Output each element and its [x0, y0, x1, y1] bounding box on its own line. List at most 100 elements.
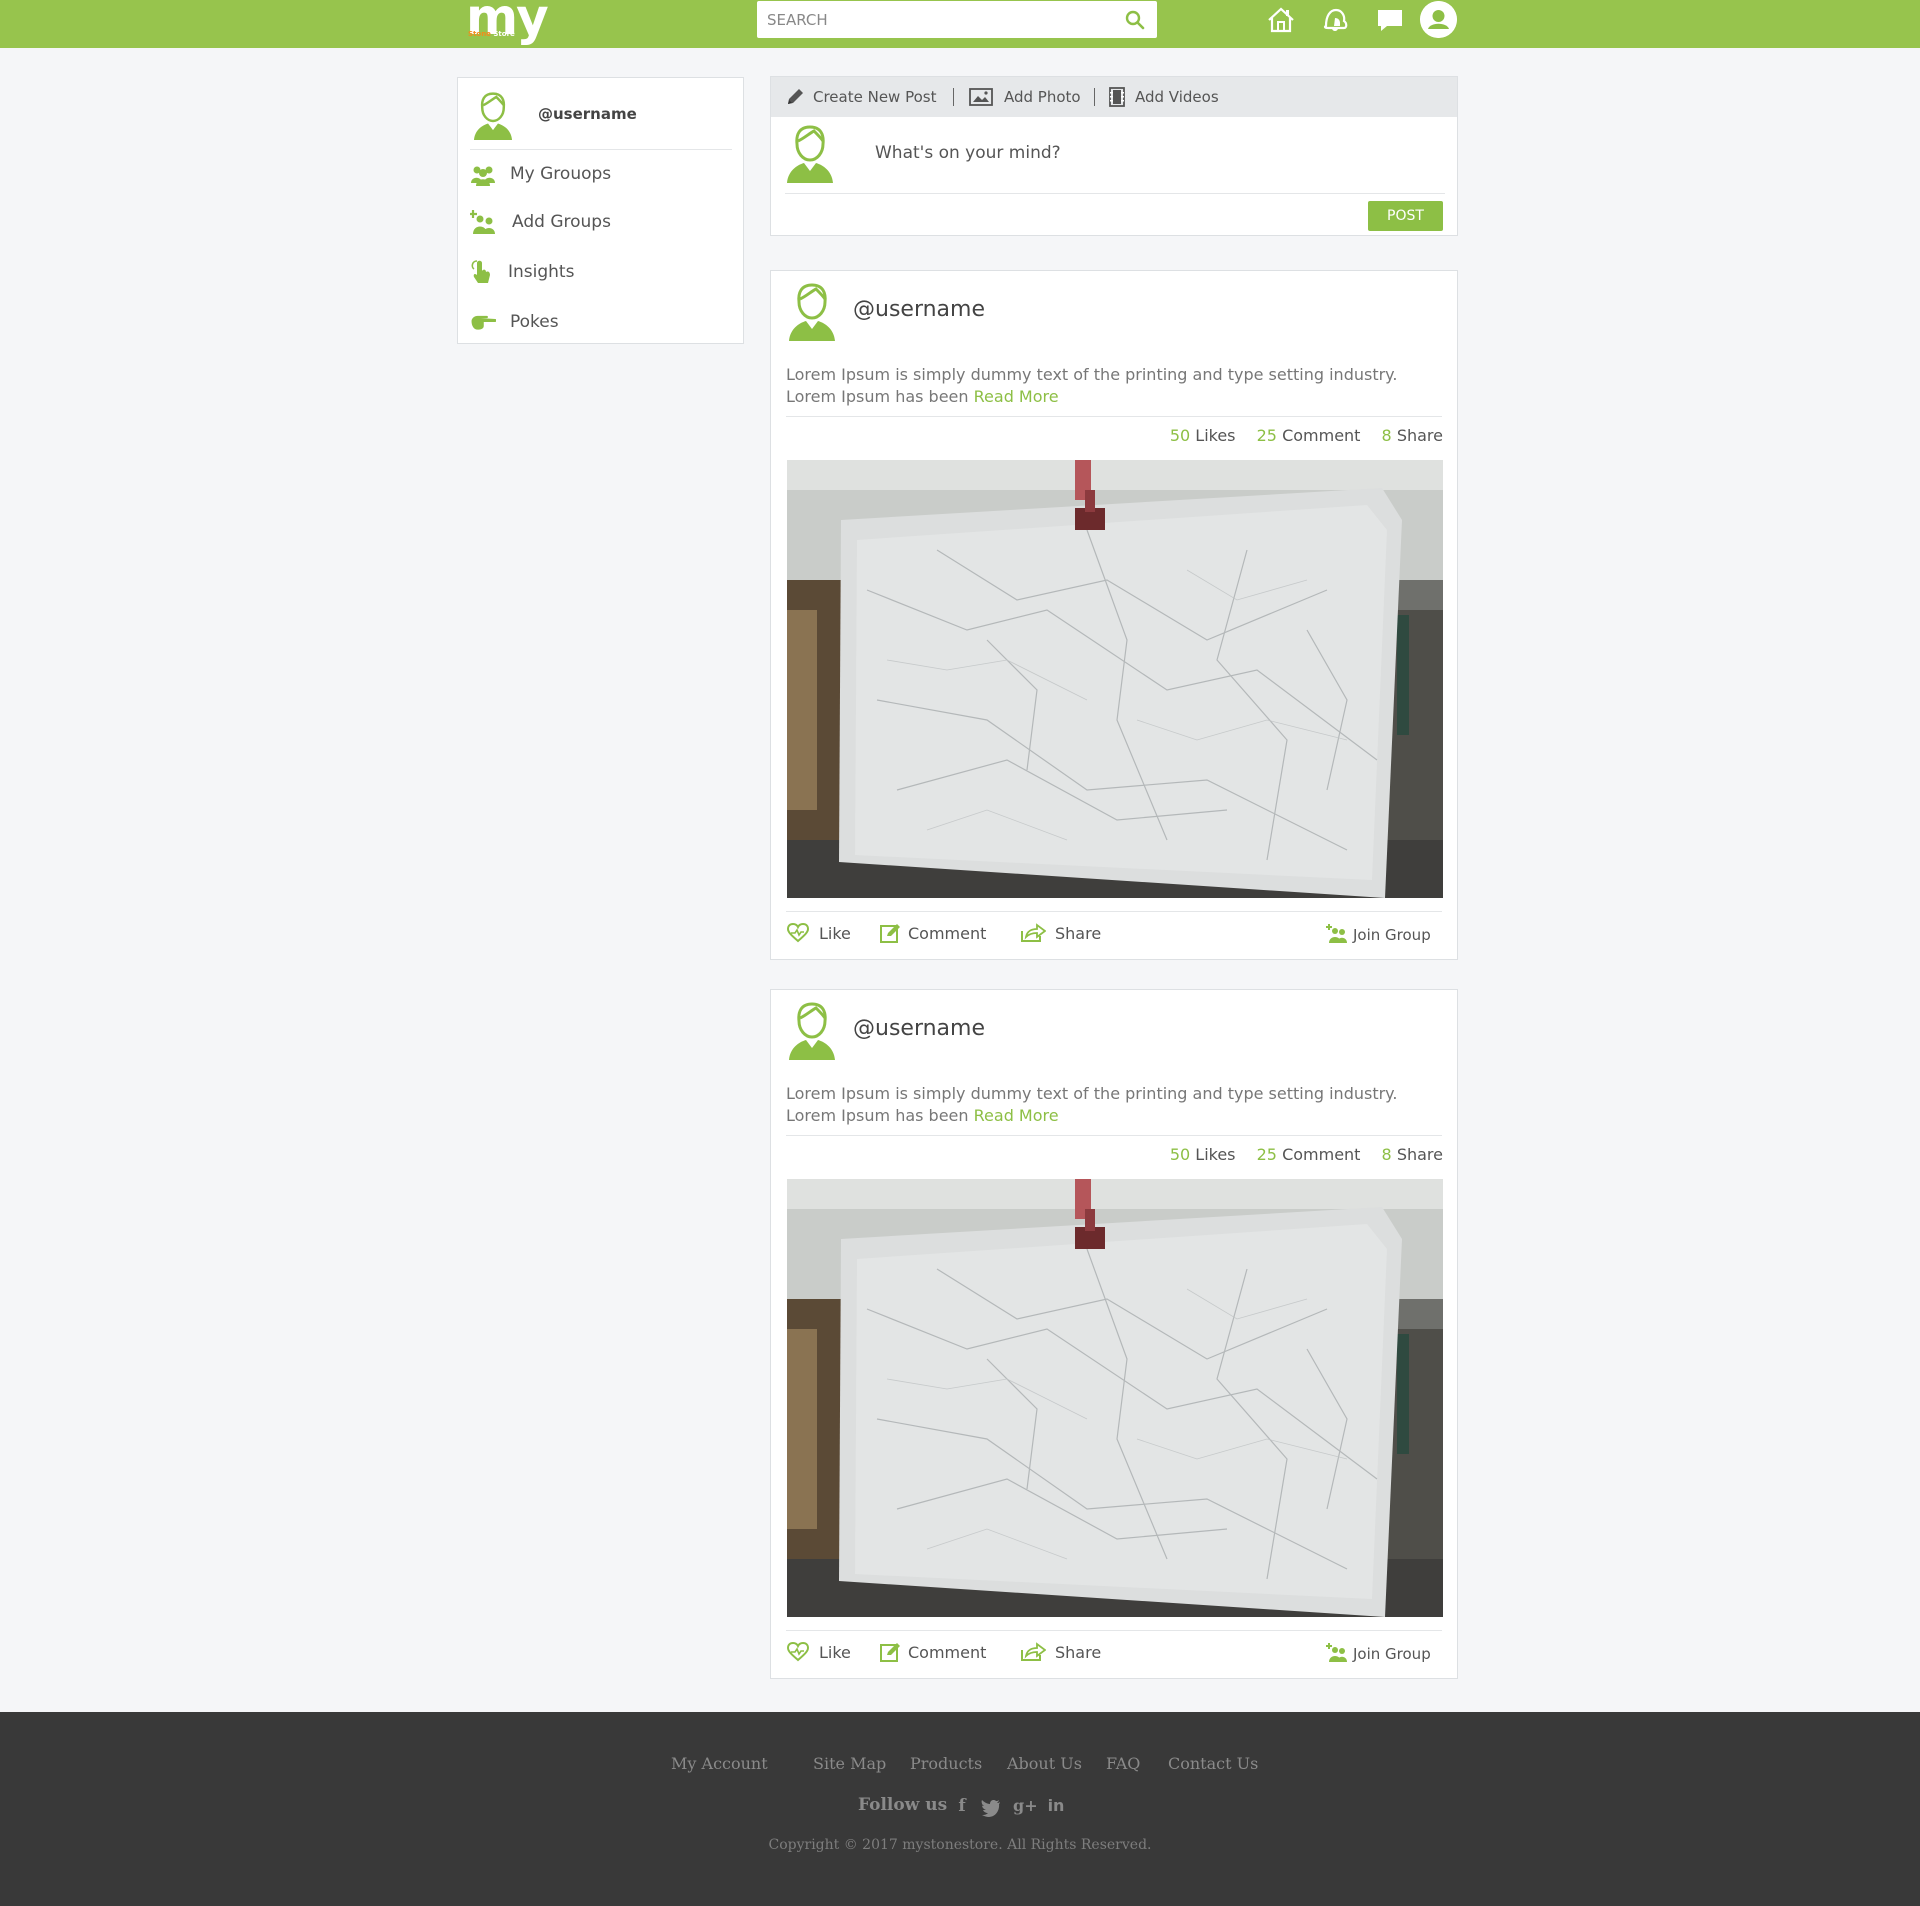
comments-count[interactable]: 25 Comment [1257, 1145, 1361, 1164]
notification-icon[interactable] [1320, 6, 1350, 34]
join-group-button[interactable]: Join Group [1326, 922, 1441, 946]
footer-link-about-us[interactable]: About Us [1007, 1754, 1082, 1773]
join-group-button[interactable]: Join Group [1326, 1641, 1441, 1665]
divider [953, 88, 954, 106]
avatar [785, 125, 835, 183]
sidebar-item-my-groups[interactable]: My Grouops [470, 155, 732, 191]
divider [786, 911, 1442, 912]
footer-link-products[interactable]: Products [910, 1754, 982, 1773]
post-text-input[interactable]: What's on your mind? [875, 143, 1435, 163]
footer-link-site-map[interactable]: Site Map [813, 1754, 886, 1773]
read-more-link[interactable]: Read More [974, 1106, 1059, 1125]
video-icon [1109, 87, 1125, 107]
search-input[interactable] [757, 1, 1097, 38]
divider [786, 1630, 1442, 1631]
post-text: Lorem Ipsum is simply dummy text of the … [786, 364, 1426, 408]
tab-add-videos[interactable]: Add Videos [1109, 87, 1229, 109]
heart-icon [787, 1642, 809, 1662]
post-body: Lorem Ipsum is simply dummy text of the … [786, 365, 1398, 406]
footer-link-my-account[interactable]: My Account [671, 1754, 768, 1773]
photo-icon [969, 88, 993, 106]
tab-add-photo[interactable]: Add Photo [969, 87, 1089, 109]
logo-sub-stone: Stone [468, 30, 491, 38]
divider [785, 193, 1445, 194]
pencil-icon [788, 89, 803, 104]
tab-label: Create New Post [813, 88, 937, 106]
post-username[interactable]: @username [853, 297, 985, 322]
copyright-text: Copyright © 2017 mystonestore. All Right… [768, 1837, 1152, 1853]
sidebar-item-label: My Grouops [510, 164, 612, 184]
search-icon[interactable] [1125, 10, 1145, 30]
tab-create-new-post[interactable]: Create New Post [785, 87, 945, 109]
share-icon [1021, 1642, 1046, 1661]
comments-count[interactable]: 25 Comment [1257, 426, 1361, 445]
home-icon[interactable] [1266, 6, 1296, 34]
composer-tabs: Create New Post Add Photo Add Videos [771, 77, 1457, 117]
sidebar-item-add-groups[interactable]: Add Groups [470, 203, 732, 239]
add-group-icon [1326, 924, 1347, 943]
post-composer: Create New Post Add Photo Add Videos Wha… [770, 76, 1458, 236]
sidebar-username: @username [538, 105, 637, 123]
top-navbar: my Stone Store [0, 0, 1920, 48]
user-avatar-icon[interactable] [1420, 1, 1457, 38]
share-icon [1021, 923, 1046, 942]
sidebar-item-insights[interactable]: Insights [470, 253, 732, 289]
shares-count[interactable]: 8 Share [1382, 426, 1443, 445]
sidebar: @username My Grouops Add Groups Insights… [457, 77, 744, 344]
comment-button[interactable]: Comment [880, 922, 990, 946]
groups-icon [471, 166, 495, 186]
heart-icon [787, 923, 809, 943]
avatar[interactable] [787, 1002, 837, 1060]
post-button[interactable]: POST [1368, 201, 1443, 231]
divider [786, 416, 1442, 417]
post-image[interactable] [787, 460, 1443, 898]
feed-post: @username Lorem Ipsum is simply dummy te… [770, 989, 1458, 1679]
divider [470, 149, 732, 150]
poke-icon [471, 315, 496, 330]
add-group-icon [1326, 1643, 1347, 1662]
share-button[interactable]: Share [1020, 1641, 1110, 1665]
sidebar-item-pokes[interactable]: Pokes [470, 303, 732, 339]
add-group-icon [470, 210, 495, 234]
sidebar-item-label: Pokes [510, 312, 559, 332]
logo-subtitle: Stone Store [468, 30, 515, 38]
twitter-icon[interactable] [981, 1798, 1001, 1818]
divider [1094, 88, 1095, 106]
likes-count[interactable]: 50 Likes [1170, 1145, 1236, 1164]
footer-link-contact-us[interactable]: Contact Us [1168, 1754, 1258, 1773]
post-stats: 50 Likes 25 Comment 8 Share [1170, 426, 1443, 445]
share-button[interactable]: Share [1020, 922, 1110, 946]
post-body: Lorem Ipsum is simply dummy text of the … [786, 1084, 1398, 1125]
avatar [470, 92, 516, 140]
sidebar-item-label: Add Groups [512, 212, 611, 232]
footer: My Account Site Map Products About Us FA… [0, 1712, 1920, 1906]
tab-label: Add Videos [1135, 88, 1219, 106]
linkedin-icon[interactable]: in [1046, 1796, 1066, 1816]
follow-us-label: Follow us [858, 1795, 948, 1815]
edit-icon [880, 924, 900, 943]
post-image[interactable] [787, 1179, 1443, 1617]
post-text: Lorem Ipsum is simply dummy text of the … [786, 1083, 1426, 1127]
sidebar-item-label: Insights [508, 262, 575, 282]
insights-icon [471, 260, 490, 283]
post-username[interactable]: @username [853, 1016, 985, 1041]
sidebar-profile[interactable]: @username [458, 78, 743, 150]
tab-label: Add Photo [1004, 88, 1081, 106]
shares-count[interactable]: 8 Share [1382, 1145, 1443, 1164]
google-plus-icon[interactable]: g+ [1013, 1796, 1038, 1816]
likes-count[interactable]: 50 Likes [1170, 426, 1236, 445]
facebook-icon[interactable]: f [952, 1796, 972, 1816]
comment-button[interactable]: Comment [880, 1641, 990, 1665]
divider [786, 1135, 1442, 1136]
footer-link-faq[interactable]: FAQ [1106, 1754, 1140, 1773]
edit-icon [880, 1643, 900, 1662]
like-button[interactable]: Like [787, 922, 857, 946]
post-stats: 50 Likes 25 Comment 8 Share [1170, 1145, 1443, 1164]
search-box [757, 1, 1157, 38]
avatar[interactable] [787, 283, 837, 341]
messages-icon[interactable] [1375, 6, 1405, 34]
feed-post: @username Lorem Ipsum is simply dummy te… [770, 270, 1458, 960]
logo-sub-store: Store [493, 30, 515, 38]
read-more-link[interactable]: Read More [974, 387, 1059, 406]
like-button[interactable]: Like [787, 1641, 857, 1665]
